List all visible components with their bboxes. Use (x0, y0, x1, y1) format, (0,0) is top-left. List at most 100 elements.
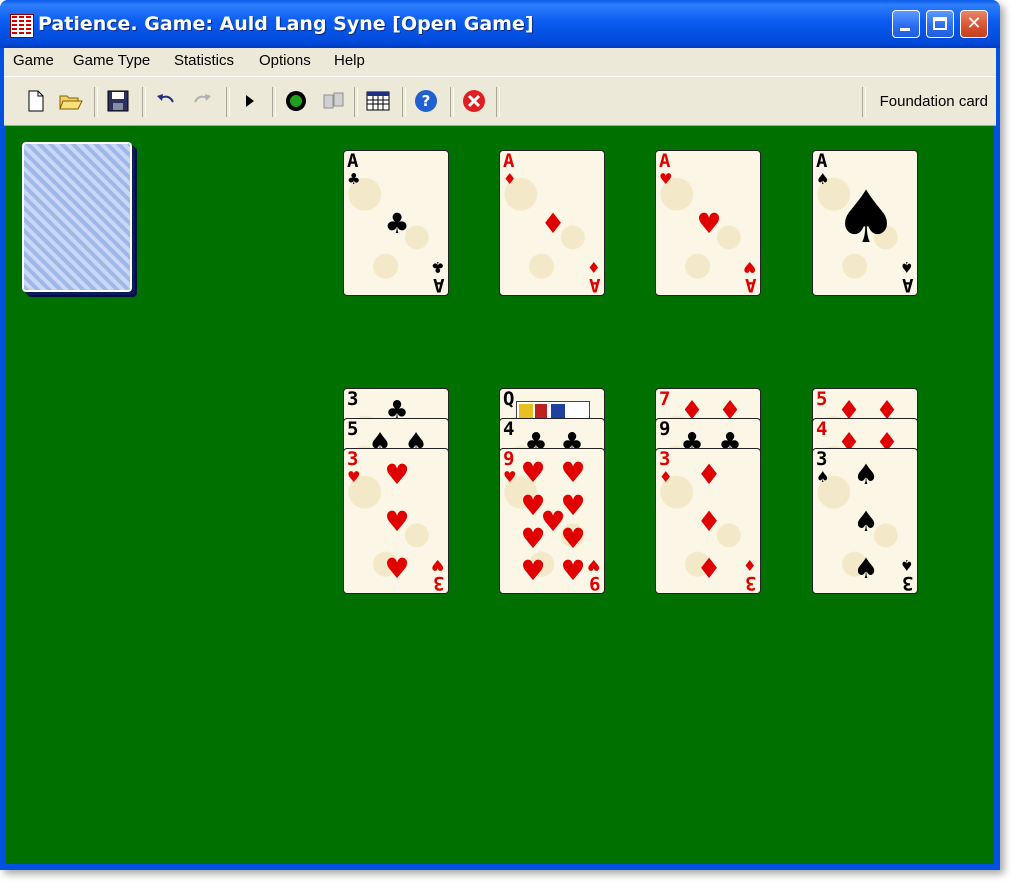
card-rank: 3 (347, 448, 359, 470)
card-suit: ♣ (347, 170, 361, 188)
card-suit: ♦ (586, 258, 600, 276)
spade-icon: ♠ (853, 458, 879, 491)
card-suit: ♠ (816, 468, 830, 486)
card-rank: 3 (659, 448, 671, 470)
heart-icon: ♥ (560, 522, 586, 555)
card-rank: 3 (432, 572, 444, 594)
card-rank: Q (503, 388, 515, 410)
card-rank: 4 (816, 418, 828, 440)
help-icon[interactable]: ? (414, 89, 438, 113)
card-suit: ♥ (659, 170, 673, 188)
card-rank: A (588, 274, 600, 296)
toolbar-separator (450, 87, 454, 117)
heart-icon: ♥ (384, 552, 410, 585)
diamond-icon: ♦ (540, 207, 566, 240)
card-rank: A (816, 150, 828, 172)
status-text: Foundation card (879, 93, 988, 110)
card-rank: A (901, 274, 913, 296)
tableau-3-card-3[interactable]: 3 ♦ ♦ ♦ ♦ ♦ 3 (655, 448, 761, 594)
toolbar: ? Foundation card (4, 76, 996, 126)
diamond-icon: ♦ (696, 458, 722, 491)
window-title: Patience. Game: Auld Lang Syne [Open Gam… (38, 13, 534, 35)
heart-icon: ♥ (560, 554, 586, 587)
stock-deck[interactable] (22, 142, 132, 292)
close-button[interactable]: ✕ (960, 10, 988, 38)
card-suit: ♦ (503, 170, 517, 188)
tableau-1-card-3[interactable]: 3 ♥ ♥ ♥ ♥ ♥ 3 (343, 448, 449, 594)
card-rank: 3 (816, 448, 828, 470)
exit-icon[interactable] (462, 89, 486, 113)
maximize-button[interactable] (926, 10, 954, 38)
menu-options[interactable]: Options (259, 52, 311, 69)
undo-icon[interactable] (154, 89, 178, 113)
foundation-2-card[interactable]: A ♦ ♦ ♦ A (499, 150, 605, 296)
heart-icon: ♥ (520, 522, 546, 555)
open-folder-icon[interactable] (58, 89, 83, 113)
spade-icon: ♠ (853, 552, 879, 585)
record-icon[interactable] (284, 89, 308, 113)
card-suit: ♥ (503, 468, 517, 486)
card-suit: ♦ (659, 468, 673, 486)
title-bar[interactable]: Patience. Game: Auld Lang Syne [Open Gam… (0, 0, 1000, 48)
card-suit: ♠ (816, 170, 830, 188)
foundation-3-card[interactable]: A ♥ ♥ ♥ A (655, 150, 761, 296)
card-suit: ♣ (430, 258, 444, 276)
card-rank: 4 (503, 418, 515, 440)
card-rank: A (432, 274, 444, 296)
menu-game-type[interactable]: Game Type (73, 52, 150, 69)
spade-icon: ♠ (833, 175, 899, 259)
foundation-1-card[interactable]: A ♣ ♣ ♣ A (343, 150, 449, 296)
card-rank: A (347, 150, 359, 172)
menu-help[interactable]: Help (334, 52, 365, 69)
card-suit: ♠ (899, 258, 913, 276)
minimize-icon (900, 28, 910, 31)
toolbar-separator (142, 87, 146, 117)
play-icon[interactable] (238, 89, 262, 113)
card-rank: A (659, 150, 671, 172)
card-suit: ♥ (742, 258, 756, 276)
toolbar-separator (226, 87, 230, 117)
game-table[interactable]: A ♣ ♣ ♣ A A ♦ ♦ ♦ A A ♥ ♥ ♥ A A ♠ ♠ ♠ A (6, 126, 994, 864)
minimize-button[interactable] (892, 10, 920, 38)
card-suit: ♥ (430, 556, 444, 574)
menu-statistics[interactable]: Statistics (174, 52, 234, 69)
deal-cards-icon[interactable] (320, 89, 344, 113)
club-icon: ♣ (384, 207, 410, 240)
heart-icon: ♥ (384, 505, 410, 538)
heart-icon: ♥ (384, 458, 410, 491)
heart-icon: ♥ (520, 456, 546, 489)
maximize-icon (933, 17, 947, 30)
card-rank: 5 (347, 418, 359, 440)
card-rank: A (744, 274, 756, 296)
toolbar-separator (272, 87, 276, 117)
spade-icon: ♠ (853, 505, 879, 538)
save-disk-icon[interactable] (106, 89, 130, 113)
heart-icon: ♥ (520, 554, 546, 587)
card-suit: ♥ (586, 556, 600, 574)
card-rank: 7 (659, 388, 671, 410)
diamond-icon: ♦ (696, 505, 722, 538)
tableau-2-card-3[interactable]: 9 ♥ ♥ ♥ ♥ ♥ ♥ ♥ ♥ ♥ ♥ ♥ 9 (499, 448, 605, 594)
toolbar-separator (496, 87, 500, 117)
diamond-icon: ♦ (696, 552, 722, 585)
statistics-table-icon[interactable] (366, 89, 390, 113)
card-rank: 3 (744, 572, 756, 594)
heart-icon: ♥ (696, 207, 722, 240)
new-game-icon[interactable] (24, 89, 48, 113)
card-suit: ♦ (742, 556, 756, 574)
svg-text:?: ? (422, 92, 431, 110)
card-rank: 3 (347, 388, 359, 410)
foundation-4-card[interactable]: A ♠ ♠ ♠ A (812, 150, 918, 296)
card-rank: 9 (503, 448, 515, 470)
card-rank: 5 (816, 388, 828, 410)
tableau-4-card-3[interactable]: 3 ♠ ♠ ♠ ♠ ♠ 3 (812, 448, 918, 594)
redo-icon[interactable] (190, 89, 214, 113)
game-window: Patience. Game: Auld Lang Syne [Open Gam… (0, 0, 1000, 870)
toolbar-separator (354, 87, 358, 117)
card-suit: ♠ (899, 556, 913, 574)
menu-game[interactable]: Game (13, 52, 54, 69)
toolbar-separator (402, 87, 406, 117)
toolbar-separator (94, 87, 98, 117)
card-rank: 9 (659, 418, 671, 440)
close-icon: ✕ (966, 13, 982, 34)
